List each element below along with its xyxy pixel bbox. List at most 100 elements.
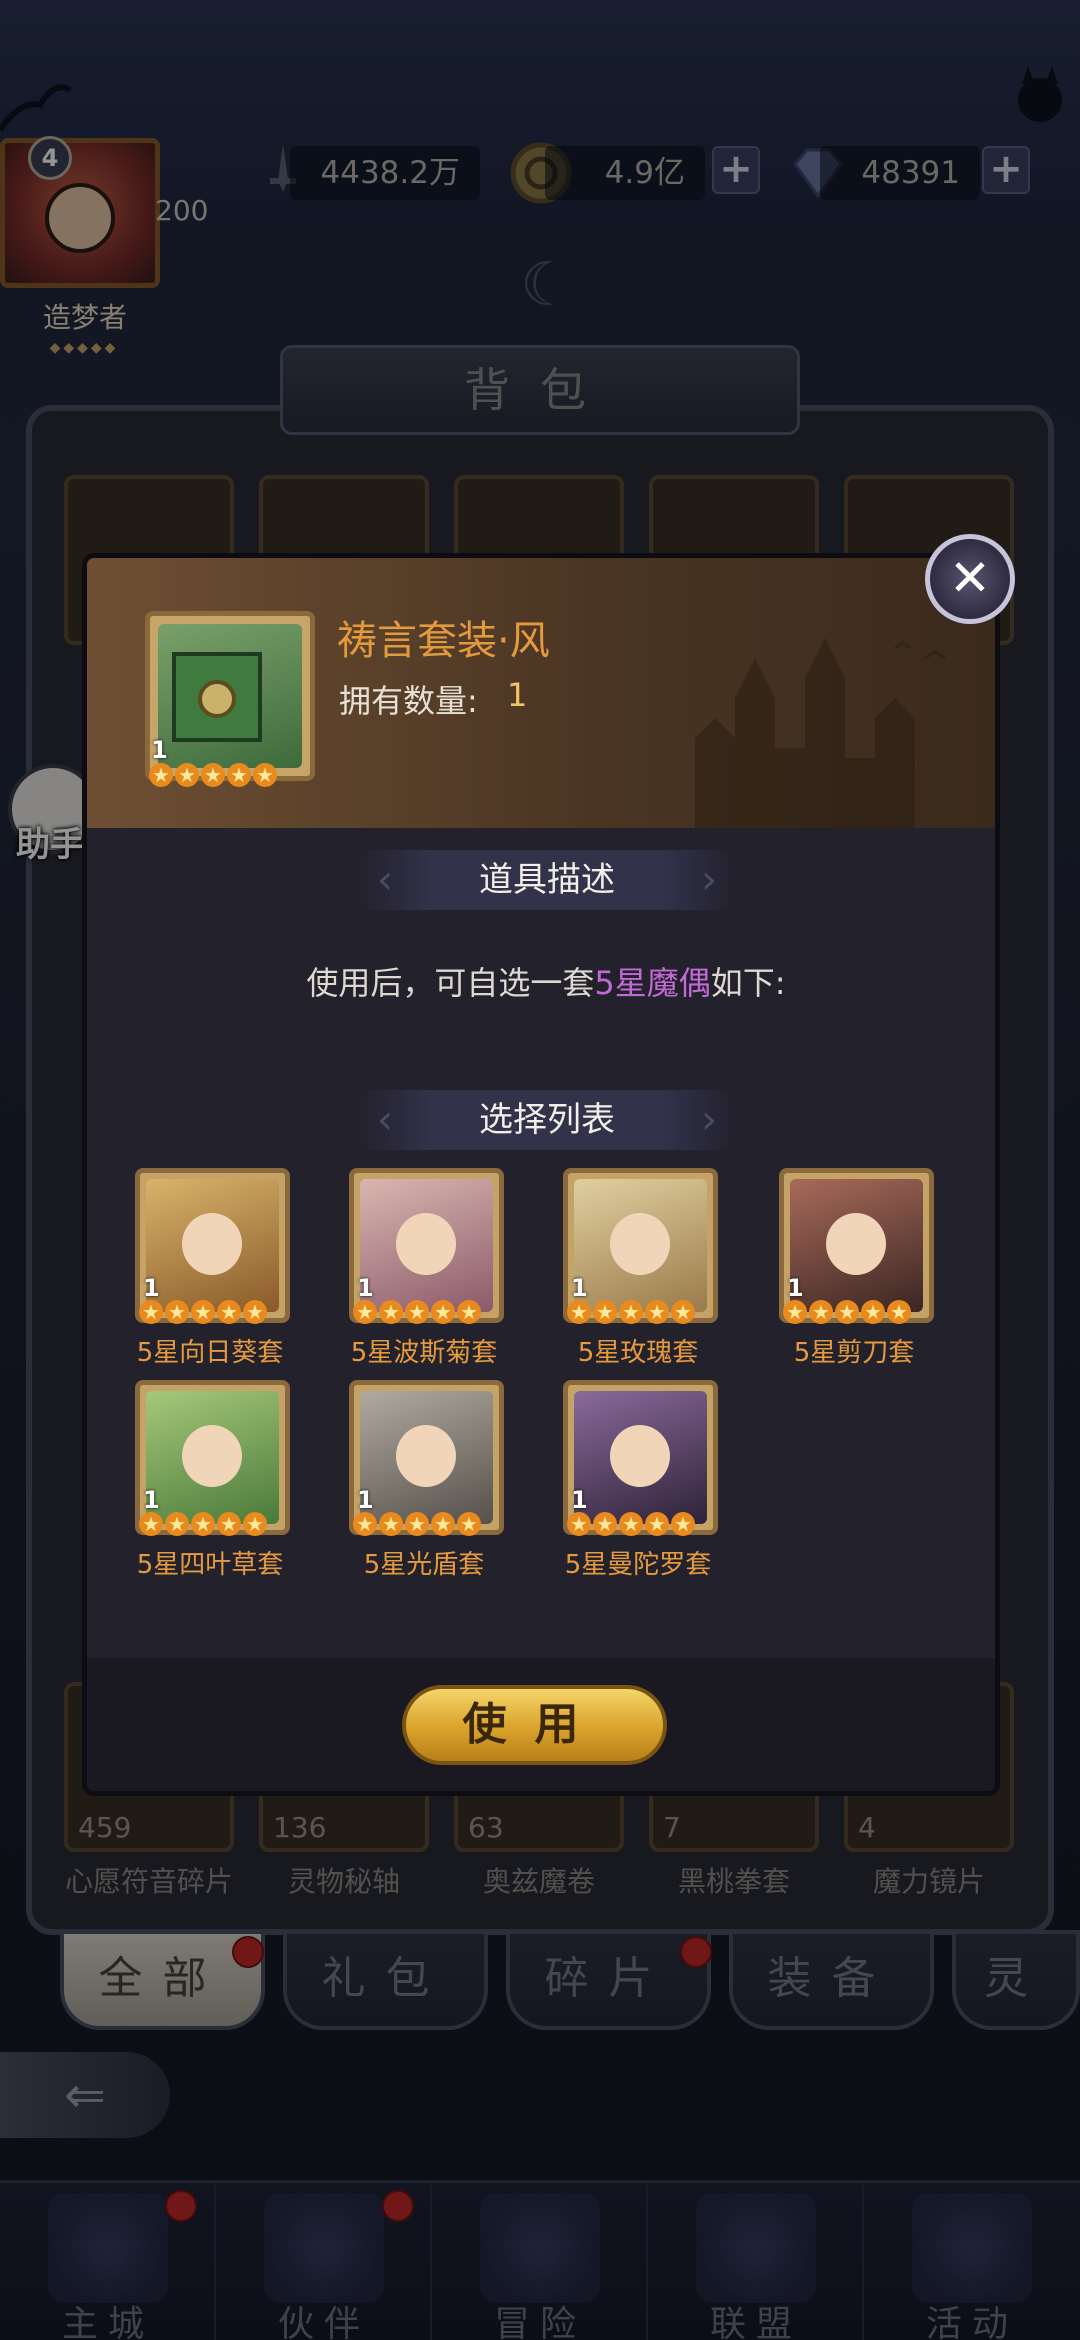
star-icon: ★ (243, 1300, 267, 1324)
star-icon: ★ (243, 1512, 267, 1536)
portrait-clover (146, 1391, 279, 1524)
portrait-scissors (790, 1179, 923, 1312)
star-icon: ★ (567, 1300, 591, 1324)
left-arrow-deco-icon: ‹ (377, 857, 393, 903)
star-icon: ★ (165, 1300, 189, 1324)
star-icon: ★ (457, 1300, 481, 1324)
star-icon: ★ (405, 1512, 429, 1536)
choice-label: 5星四叶草套 (136, 1550, 284, 1580)
portrait-face (396, 1425, 456, 1487)
castle-silhouette-icon (695, 638, 946, 828)
star-icon: ★ (809, 1300, 833, 1324)
choice-star-rating: ★ ★ ★ ★ ★ (567, 1512, 697, 1538)
choice-star-rating: ★ ★ ★ ★ ★ (139, 1300, 269, 1326)
choice-count: 1 (143, 1274, 160, 1302)
star-icon: ★ (431, 1512, 455, 1536)
star-icon: ★ (783, 1300, 807, 1324)
star-icon: ★ (165, 1512, 189, 1536)
item-icon (145, 611, 315, 781)
star-icon: ★ (353, 1300, 377, 1324)
star-icon: ★ (227, 763, 251, 787)
choice-star-rating: ★ ★ ★ ★ ★ (783, 1300, 913, 1326)
choice-count: 1 (357, 1274, 374, 1302)
star-icon: ★ (139, 1512, 163, 1536)
choice-star-rating: ★ ★ ★ ★ ★ (139, 1512, 269, 1538)
use-button[interactable]: 使用 (402, 1685, 667, 1765)
star-icon: ★ (217, 1512, 241, 1536)
gear-emblem-icon (198, 680, 236, 718)
star-icon: ★ (191, 1300, 215, 1324)
item-detail-modal: 1 ★ ★ ★ ★ ★ 祷言套装·风 拥有数量: 1 ‹ 道具描述 › 使用后，可自选一… (82, 553, 1000, 1796)
right-arrow-deco-icon: › (701, 857, 717, 903)
star-icon: ★ (861, 1300, 885, 1324)
star-icon: ★ (379, 1512, 403, 1536)
star-icon: ★ (217, 1300, 241, 1324)
item-description: 使用后，可自选一套5星魔偶如下: (87, 958, 995, 1004)
desc-text-after: 如下: (710, 964, 786, 1002)
choice-label: 5星光盾套 (363, 1550, 485, 1580)
star-icon: ★ (619, 1512, 643, 1536)
star-icon: ★ (619, 1300, 643, 1324)
star-icon: ★ (253, 763, 277, 787)
desc-highlight: 5星魔偶 (594, 964, 711, 1002)
section-description-header: ‹ 道具描述 › (357, 850, 737, 910)
choice-star-rating: ★ ★ ★ ★ ★ (567, 1300, 697, 1326)
portrait-face (182, 1425, 242, 1487)
portrait-face (610, 1213, 670, 1275)
desc-text-before: 使用后，可自选一套 (306, 964, 595, 1002)
star-icon: ★ (191, 1512, 215, 1536)
portrait-datura (574, 1391, 707, 1524)
star-icon: ★ (139, 1300, 163, 1324)
choice-label: 5星剪刀套 (793, 1338, 915, 1368)
portrait-sunflower (146, 1179, 279, 1312)
owned-count-label: 拥有数量: (339, 682, 478, 720)
star-icon: ★ (593, 1300, 617, 1324)
choice-label: 5星向日葵套 (136, 1338, 284, 1368)
star-icon: ★ (431, 1300, 455, 1324)
star-icon: ★ (671, 1512, 695, 1536)
choice-star-rating: ★ ★ ★ ★ ★ (353, 1300, 483, 1326)
star-icon: ★ (405, 1300, 429, 1324)
item-star-rating: ★ ★ ★ ★ ★ (149, 763, 279, 789)
portrait-face (396, 1213, 456, 1275)
modal-header: 1 ★ ★ ★ ★ ★ 祷言套装·风 拥有数量: 1 (87, 558, 995, 828)
star-icon: ★ (671, 1300, 695, 1324)
choice-count: 1 (357, 1486, 374, 1514)
choice-count: 1 (143, 1486, 160, 1514)
choice-count: 1 (787, 1274, 804, 1302)
portrait-face (182, 1213, 242, 1275)
portrait-cosmos (360, 1179, 493, 1312)
choice-star-rating: ★ ★ ★ ★ ★ (353, 1512, 483, 1538)
portrait-rose (574, 1179, 707, 1312)
portrait-face (610, 1425, 670, 1487)
choice-count: 1 (571, 1486, 588, 1514)
portrait-face (826, 1213, 886, 1275)
star-icon: ★ (457, 1512, 481, 1536)
star-icon: ★ (175, 763, 199, 787)
item-icon-count: 1 (151, 736, 168, 764)
left-arrow-deco-icon: ‹ (377, 1097, 393, 1143)
star-icon: ★ (353, 1512, 377, 1536)
star-icon: ★ (567, 1512, 591, 1536)
star-icon: ★ (149, 763, 173, 787)
choice-label: 5星波斯菊套 (350, 1338, 498, 1368)
star-icon: ★ (593, 1512, 617, 1536)
section-list-title: 选择列表 (479, 1100, 615, 1140)
choice-count: 1 (571, 1274, 588, 1302)
choice-label: 5星玫瑰套 (577, 1338, 699, 1368)
star-icon: ★ (645, 1300, 669, 1324)
star-icon: ★ (379, 1300, 403, 1324)
close-button[interactable]: ✕ (925, 534, 1015, 624)
item-icon-background (158, 624, 302, 768)
star-icon: ★ (835, 1300, 859, 1324)
item-name: 祷言套装·风 (337, 618, 550, 664)
star-icon: ★ (645, 1512, 669, 1536)
portrait-lightshield (360, 1391, 493, 1524)
owned-count-value: 1 (507, 676, 528, 714)
section-description-title: 道具描述 (479, 860, 615, 900)
star-icon: ★ (887, 1300, 911, 1324)
star-icon: ★ (201, 763, 225, 787)
right-arrow-deco-icon: › (701, 1097, 717, 1143)
section-list-header: ‹ 选择列表 › (357, 1090, 737, 1150)
choice-label: 5星曼陀罗套 (564, 1550, 712, 1580)
